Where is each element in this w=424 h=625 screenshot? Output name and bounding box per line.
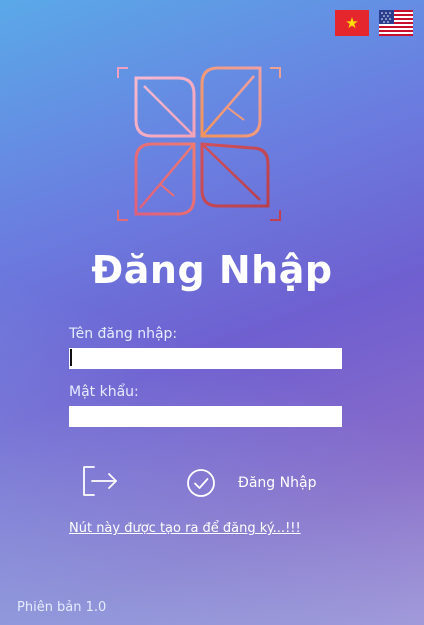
- password-field[interactable]: [69, 406, 342, 427]
- username-field[interactable]: [69, 348, 342, 369]
- check-circle-icon: [187, 469, 215, 497]
- password-label: Mật khẩu:: [69, 384, 139, 400]
- username-label: Tên đăng nhập:: [69, 326, 178, 342]
- register-link[interactable]: Nút này được tạo ra để đăng ký...!!!: [69, 521, 301, 536]
- login-button[interactable]: Đăng Nhập: [186, 466, 316, 500]
- leaf-logo-icon: [114, 64, 284, 224]
- version-label: Phiên bản 1.0: [17, 600, 107, 615]
- exit-button[interactable]: [80, 463, 120, 499]
- page-title: Đăng Nhập: [91, 248, 333, 292]
- star-icon: ★: [345, 13, 359, 32]
- vietnam-flag-icon[interactable]: ★: [335, 10, 369, 36]
- text-caret: [70, 349, 72, 366]
- login-button-label: Đăng Nhập: [238, 475, 317, 491]
- exit-icon: [83, 466, 117, 496]
- us-flag-icon[interactable]: [379, 10, 413, 36]
